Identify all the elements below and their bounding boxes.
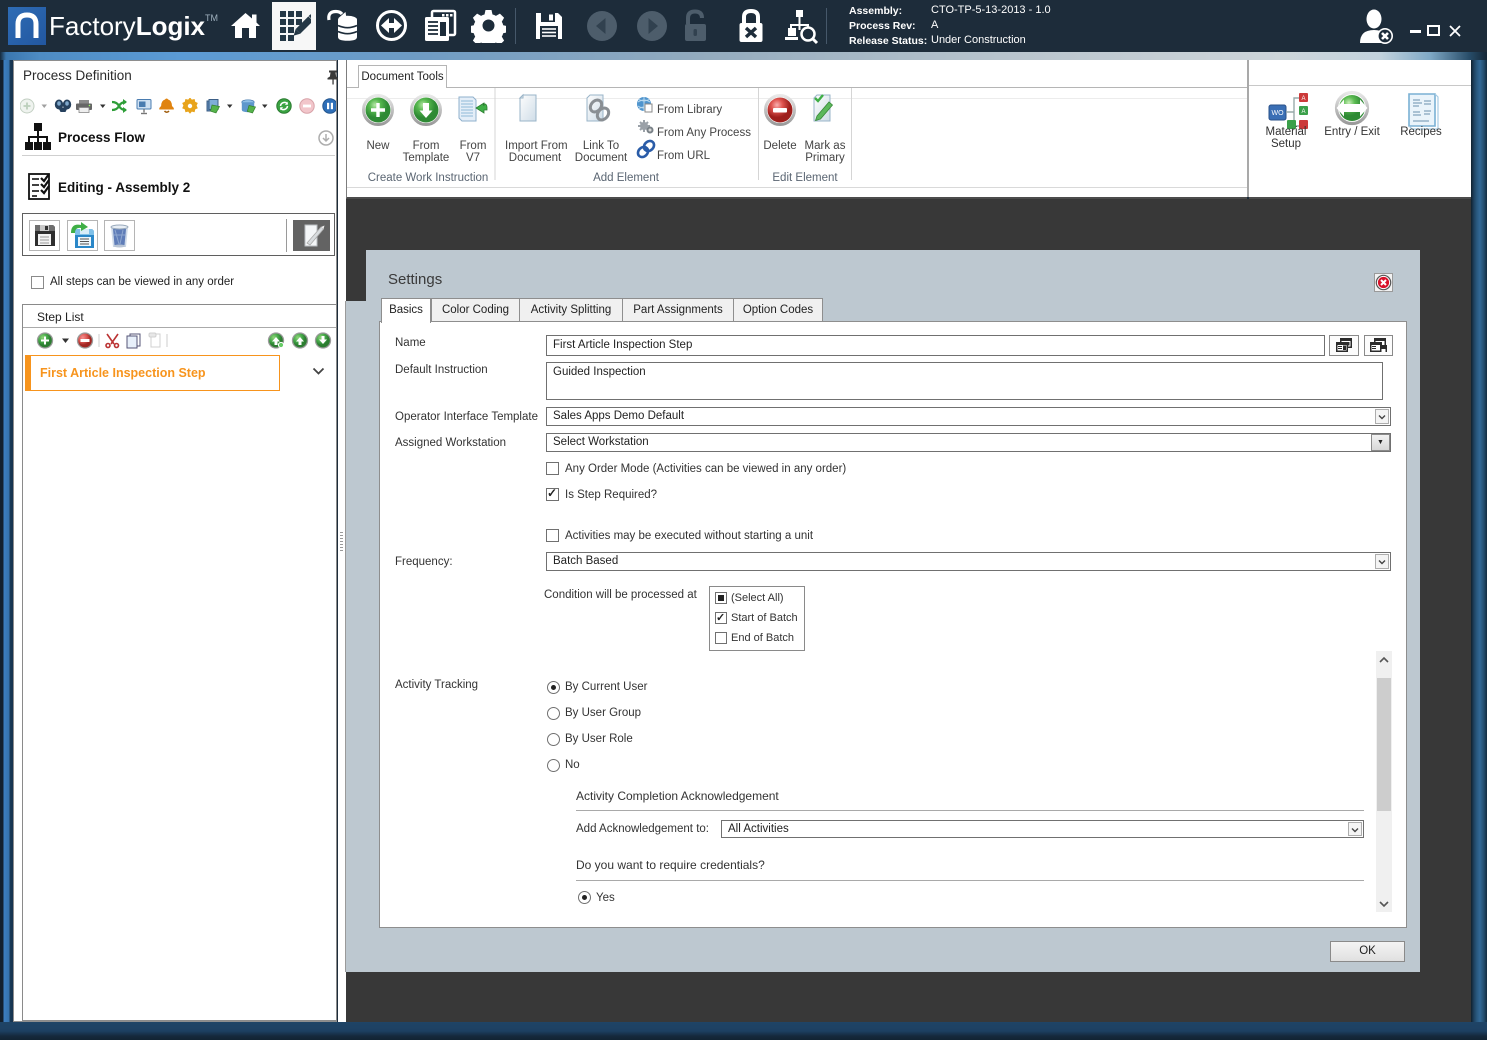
svg-text:WO: WO [1271, 110, 1284, 117]
svg-text:A: A [1301, 109, 1305, 115]
svg-text:A: A [1301, 96, 1305, 102]
